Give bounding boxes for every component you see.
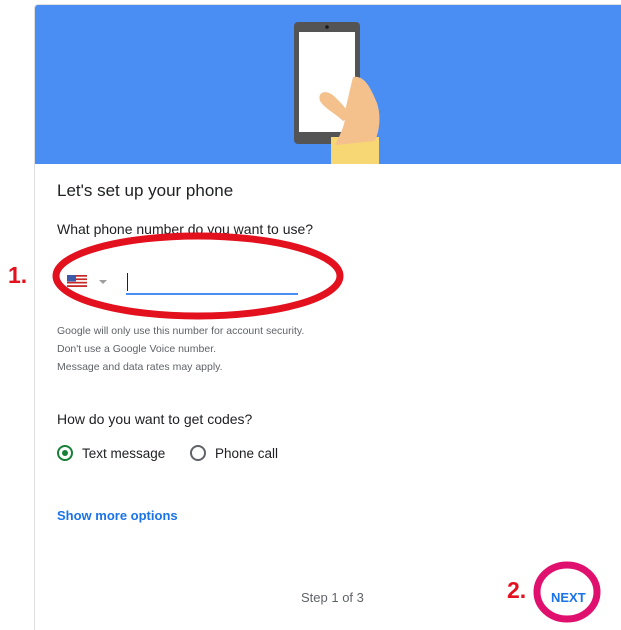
- annotation-number-one: 1.: [8, 262, 28, 288]
- codes-question-label: How do you want to get codes?: [57, 411, 253, 427]
- show-more-options-link[interactable]: Show more options: [57, 508, 178, 523]
- radio-unchecked-icon: [190, 445, 206, 461]
- us-flag-icon: [67, 275, 107, 287]
- text-cursor: [127, 273, 128, 291]
- phone-question-label: What phone number do you want to use?: [57, 221, 314, 237]
- step-indicator: Step 1 of 3: [301, 590, 364, 605]
- radio-checked-icon: [57, 445, 73, 461]
- hero-banner: [35, 5, 621, 164]
- annotation-number-two: 2.: [507, 577, 527, 603]
- radio-phone-call[interactable]: Phone call: [190, 445, 278, 461]
- setup-phone-card: Let's set up your phone What phone numbe…: [34, 4, 621, 630]
- phone-in-hand-illustration: [294, 22, 380, 164]
- note-security: Google will only use this number for acc…: [57, 325, 305, 337]
- page-title: Let's set up your phone: [57, 181, 234, 200]
- radio-phone-call-label: Phone call: [215, 445, 279, 461]
- radio-text-message[interactable]: Text message: [57, 445, 165, 461]
- radio-text-message-label: Text message: [82, 445, 166, 461]
- note-google-voice: Don't use a Google Voice number.: [57, 343, 217, 355]
- note-rates: Message and data rates may apply.: [57, 361, 223, 373]
- phone-number-input[interactable]: [126, 271, 298, 295]
- next-button[interactable]: NEXT: [551, 590, 586, 605]
- chevron-down-icon: [99, 280, 107, 284]
- country-selector[interactable]: [67, 271, 113, 291]
